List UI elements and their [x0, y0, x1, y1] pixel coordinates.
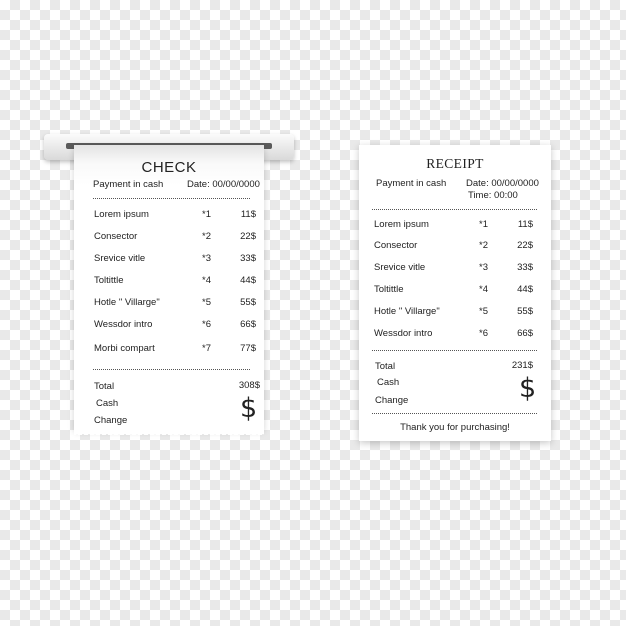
receipt-item-name: Consector — [374, 240, 418, 251]
check-item-price: 22$ — [240, 231, 256, 242]
receipt-divider-middle — [372, 350, 537, 351]
check-item-row: Consector *2 22$ — [74, 231, 264, 244]
check-item-row: Toltittle *4 44$ — [74, 275, 264, 288]
receipt-paper: RECEIPT Payment in cash Date: 00/00/0000… — [359, 145, 551, 441]
check-item-price: 77$ — [240, 343, 256, 354]
check-item-name: Toltittle — [94, 275, 124, 286]
check-item-price: 66$ — [240, 319, 256, 330]
check-item-row: Wessdor intro *6 66$ — [74, 319, 264, 332]
check-title: CHECK — [141, 159, 197, 176]
dollar-sign-icon: $ — [519, 373, 537, 404]
receipt-change-label: Change — [375, 395, 409, 406]
receipt-item-row: Wessdor intro *6 66$ — [359, 328, 551, 341]
receipt-item-qty: *2 — [479, 240, 488, 251]
check-item-qty: *5 — [202, 297, 211, 308]
check-item-name: Hotle " Villarge" — [94, 297, 160, 308]
receipt-item-qty: *4 — [479, 284, 488, 295]
receipt-item-row: Toltittle *4 44$ — [359, 284, 551, 297]
check-item-row: Lorem ipsum *1 11$ — [74, 209, 264, 222]
receipt-item-qty: *1 — [479, 219, 488, 230]
check-item-name: Wessdor intro — [94, 319, 153, 330]
check-total-label: Total — [94, 381, 115, 392]
receipt-divider-bottom — [372, 413, 537, 414]
check-item-price: 44$ — [240, 275, 256, 286]
check-item-row: Hotle " Villarge" *5 55$ — [74, 297, 264, 310]
receipt-date: Date: 00/00/0000 — [466, 178, 539, 189]
receipt-item-name: Wessdor intro — [374, 328, 433, 339]
receipt-item-price: 11$ — [517, 219, 533, 230]
receipt-total-value: 231$ — [511, 360, 533, 371]
receipt-item-price: 55$ — [517, 306, 533, 317]
check-item-price: 11$ — [240, 209, 256, 220]
receipt-item-row: Lorem ipsum *1 11$ — [359, 219, 551, 232]
check-item-qty: *6 — [202, 319, 211, 330]
receipt-thank-you: Thank you for purchasing! — [400, 422, 510, 433]
check-divider-bottom — [93, 369, 250, 370]
dollar-sign-icon: $ — [240, 393, 258, 424]
check-item-qty: *7 — [202, 343, 211, 354]
check-item-row: Srevice vitle *3 33$ — [74, 253, 264, 266]
receipt-item-row: Srevice vitle *3 33$ — [359, 262, 551, 275]
check-date: Date: 00/00/0000 — [187, 179, 260, 190]
receipt-item-row: Consector *2 22$ — [359, 240, 551, 253]
receipt-item-price: 22$ — [517, 240, 533, 251]
check-payment-label: Payment in cash — [93, 179, 164, 190]
check-item-qty: *1 — [202, 209, 211, 220]
check-divider-top — [93, 198, 250, 199]
receipt-time: Time: 00:00 — [468, 190, 518, 201]
check-paper: CHECK Payment in cash Date: 00/00/0000 L… — [74, 145, 264, 435]
check-item-name: Lorem ipsum — [94, 209, 149, 220]
check-item-row: Morbi compart *7 77$ — [74, 343, 264, 356]
check-change-label: Change — [94, 415, 128, 426]
receipt-item-price: 66$ — [517, 328, 533, 339]
receipt-item-price: 33$ — [517, 262, 533, 273]
receipt-item-name: Srevice vitle — [374, 262, 426, 273]
check-item-price: 55$ — [240, 297, 256, 308]
receipt-payment-label: Payment in cash — [376, 178, 447, 189]
receipt-item-row: Hotle " Villarge" *5 55$ — [359, 306, 551, 319]
check-item-name: Morbi compart — [94, 343, 155, 354]
check-item-name: Srevice vitle — [94, 253, 146, 264]
receipt-item-name: Toltittle — [374, 284, 404, 295]
receipt-cash-label: Cash — [377, 377, 400, 388]
receipt-divider-top — [372, 209, 537, 210]
receipt-item-price: 44$ — [517, 284, 533, 295]
check-item-name: Consector — [94, 231, 138, 242]
check-item-qty: *3 — [202, 253, 211, 264]
check-item-qty: *4 — [202, 275, 211, 286]
receipt-item-qty: *6 — [479, 328, 488, 339]
receipt-item-qty: *3 — [479, 262, 488, 273]
receipt-title: RECEIPT — [426, 156, 484, 171]
check-item-price: 33$ — [240, 253, 256, 264]
receipt-item-qty: *5 — [479, 306, 488, 317]
receipt-total-label: Total — [375, 361, 396, 372]
check-total-value: 308$ — [238, 380, 260, 391]
check-item-qty: *2 — [202, 231, 211, 242]
check-cash-label: Cash — [96, 398, 119, 409]
receipt-item-name: Hotle " Villarge" — [374, 306, 440, 317]
receipt-item-name: Lorem ipsum — [374, 219, 429, 230]
